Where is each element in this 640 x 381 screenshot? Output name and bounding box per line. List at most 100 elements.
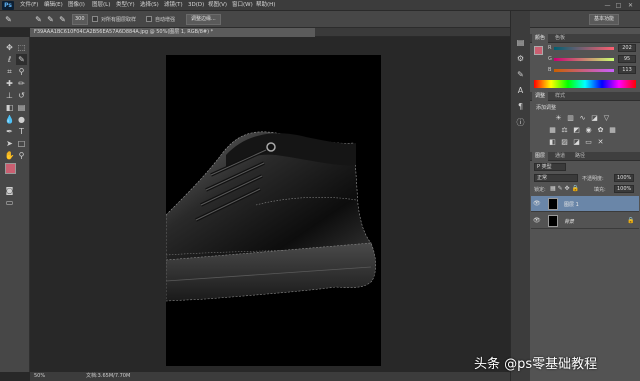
hue-saturation-icon[interactable]: ▦ [548, 126, 557, 135]
shape-tool-icon[interactable]: □ [16, 138, 27, 149]
brush-size-picker[interactable]: 300 [72, 14, 88, 25]
curves-icon[interactable]: ∿ [578, 114, 587, 123]
subtract-from-selection-icon[interactable]: ✎ [57, 14, 68, 25]
quick-selection-tool-icon[interactable]: ✎ [3, 14, 14, 25]
photo-filter-icon[interactable]: ◉ [584, 126, 593, 135]
lasso-tool-icon[interactable]: ℓ [4, 54, 15, 65]
green-slider[interactable]: G 95 [534, 55, 638, 63]
screen-mode-icon[interactable]: ▭ [4, 197, 15, 208]
history-brush-tool-icon[interactable]: ↺ [16, 90, 27, 101]
color-lookup-icon[interactable]: ▦ [608, 126, 617, 135]
exposure-icon[interactable]: ◪ [590, 114, 599, 123]
menu-layer[interactable]: 图层(L) [92, 0, 110, 11]
eraser-tool-icon[interactable]: ◧ [4, 102, 15, 113]
info-panel-icon[interactable]: ⓘ [515, 117, 526, 128]
brush-tool-icon[interactable]: ✏ [16, 78, 27, 89]
quick-selection-tool-icon[interactable]: ✎ [16, 54, 27, 65]
zoom-tool-icon[interactable]: ⚲ [16, 150, 27, 161]
clone-stamp-tool-icon[interactable]: ⊥ [4, 90, 15, 101]
auto-enhance-checkbox[interactable] [146, 16, 152, 22]
levels-icon[interactable]: ▥ [566, 114, 575, 123]
tab-color[interactable]: 颜色 [532, 34, 549, 43]
layer-row-layer1[interactable]: 👁 图层 1 [531, 196, 639, 212]
add-to-selection-icon[interactable]: ✎ [45, 14, 56, 25]
menu-type[interactable]: 类型(Y) [116, 0, 135, 11]
layer-name: 图层 1 [564, 202, 579, 208]
tab-styles[interactable]: 样式 [552, 92, 568, 101]
vibrance-icon[interactable]: ▽ [602, 114, 611, 123]
blue-slider-track[interactable] [554, 69, 614, 72]
color-balance-icon[interactable]: ⚖ [560, 126, 569, 135]
brush-panel-icon[interactable]: ✎ [515, 69, 526, 80]
visibility-eye-icon[interactable]: 👁 [533, 217, 541, 225]
crop-tool-icon[interactable]: ⌗ [4, 66, 15, 77]
zoom-level[interactable]: 50% [34, 372, 45, 381]
brightness-contrast-icon[interactable]: ☀ [554, 114, 563, 123]
menu-3d[interactable]: 3D(D) [188, 0, 204, 11]
fill-input[interactable]: 100% [614, 185, 634, 193]
menu-window[interactable]: 窗口(W) [232, 0, 253, 11]
maximize-button[interactable]: □ [614, 1, 623, 10]
gradient-map-icon[interactable]: ▭ [584, 138, 593, 147]
new-selection-icon[interactable]: ✎ [33, 14, 44, 25]
menu-select[interactable]: 选择(S) [140, 0, 159, 11]
layer-thumbnail [548, 198, 558, 210]
opacity-input[interactable]: 100% [614, 174, 634, 182]
sample-all-layers-checkbox[interactable] [92, 16, 98, 22]
red-value[interactable]: 202 [618, 44, 636, 52]
hand-tool-icon[interactable]: ✋ [4, 150, 15, 161]
green-slider-track[interactable] [554, 58, 614, 61]
tab-adjustments[interactable]: 调整 [532, 92, 549, 101]
close-button[interactable]: ✕ [626, 1, 635, 10]
layer-row-background[interactable]: 👁 背景 🔒 [531, 213, 639, 229]
marquee-tool-icon[interactable]: ⬚ [16, 42, 27, 53]
channel-mixer-icon[interactable]: ✿ [596, 126, 605, 135]
green-value[interactable]: 95 [618, 55, 636, 63]
menu-view[interactable]: 视图(V) [208, 0, 227, 11]
menu-edit[interactable]: 编辑(E) [44, 0, 63, 11]
menu-help[interactable]: 帮助(H) [256, 0, 275, 11]
blue-slider[interactable]: B 113 [534, 66, 638, 74]
tab-swatches[interactable]: 色板 [552, 34, 568, 43]
color-spectrum-ramp[interactable] [534, 80, 636, 88]
menu-filter[interactable]: 滤镜(T) [164, 0, 183, 11]
properties-panel-icon[interactable]: ⚙ [515, 53, 526, 64]
tab-paths[interactable]: 路径 [572, 152, 588, 161]
threshold-icon[interactable]: ◪ [572, 138, 581, 147]
document-tab[interactable]: F39AAA1BC610F04CA2B56EA57A6D884A.jpg @ 5… [30, 28, 315, 37]
blend-mode-select[interactable]: 正常 [534, 174, 578, 182]
path-selection-tool-icon[interactable]: ➤ [4, 138, 15, 149]
foreground-color-swatch[interactable] [5, 163, 16, 174]
pen-tool-icon[interactable]: ✒ [4, 126, 15, 137]
healing-brush-tool-icon[interactable]: ✚ [4, 78, 15, 89]
blue-value[interactable]: 113 [618, 66, 636, 74]
posterize-icon[interactable]: ▨ [560, 138, 569, 147]
minimize-button[interactable]: — [603, 1, 612, 10]
red-slider[interactable]: R 202 [534, 44, 638, 52]
refine-edge-button[interactable]: 调整边缘... [186, 14, 221, 25]
quick-mask-icon[interactable]: ◙ [4, 185, 15, 196]
paragraph-panel-icon[interactable]: ¶ [515, 101, 526, 112]
blur-tool-icon[interactable]: 💧 [4, 114, 15, 125]
menu-file[interactable]: 文件(F) [20, 0, 38, 11]
add-adjustment-title: 添加调整 [536, 105, 557, 111]
dodge-tool-icon[interactable]: ● [16, 114, 27, 125]
type-tool-icon[interactable]: T [16, 126, 27, 137]
menu-image[interactable]: 图像(I) [68, 0, 85, 11]
workspace-switcher[interactable]: 基本功能 [589, 14, 620, 25]
gradient-tool-icon[interactable]: ▤ [16, 102, 27, 113]
tab-channels[interactable]: 通道 [552, 152, 568, 161]
selective-color-icon[interactable]: ✕ [596, 138, 605, 147]
document-canvas[interactable] [165, 55, 381, 366]
lock-icons[interactable]: ▦ ✎ ✥ 🔒 [550, 185, 579, 192]
red-slider-track[interactable] [554, 47, 614, 50]
black-white-icon[interactable]: ◩ [572, 126, 581, 135]
tab-layers[interactable]: 图层 [532, 152, 549, 161]
visibility-eye-icon[interactable]: 👁 [533, 200, 541, 208]
history-panel-icon[interactable]: ▤ [515, 37, 526, 48]
layer-kind-filter[interactable]: P 类型 [534, 163, 566, 171]
invert-icon[interactable]: ◧ [548, 138, 557, 147]
eyedropper-tool-icon[interactable]: ⚲ [16, 66, 27, 77]
move-tool-icon[interactable]: ✥ [4, 42, 15, 53]
character-panel-icon[interactable]: A [515, 85, 526, 96]
